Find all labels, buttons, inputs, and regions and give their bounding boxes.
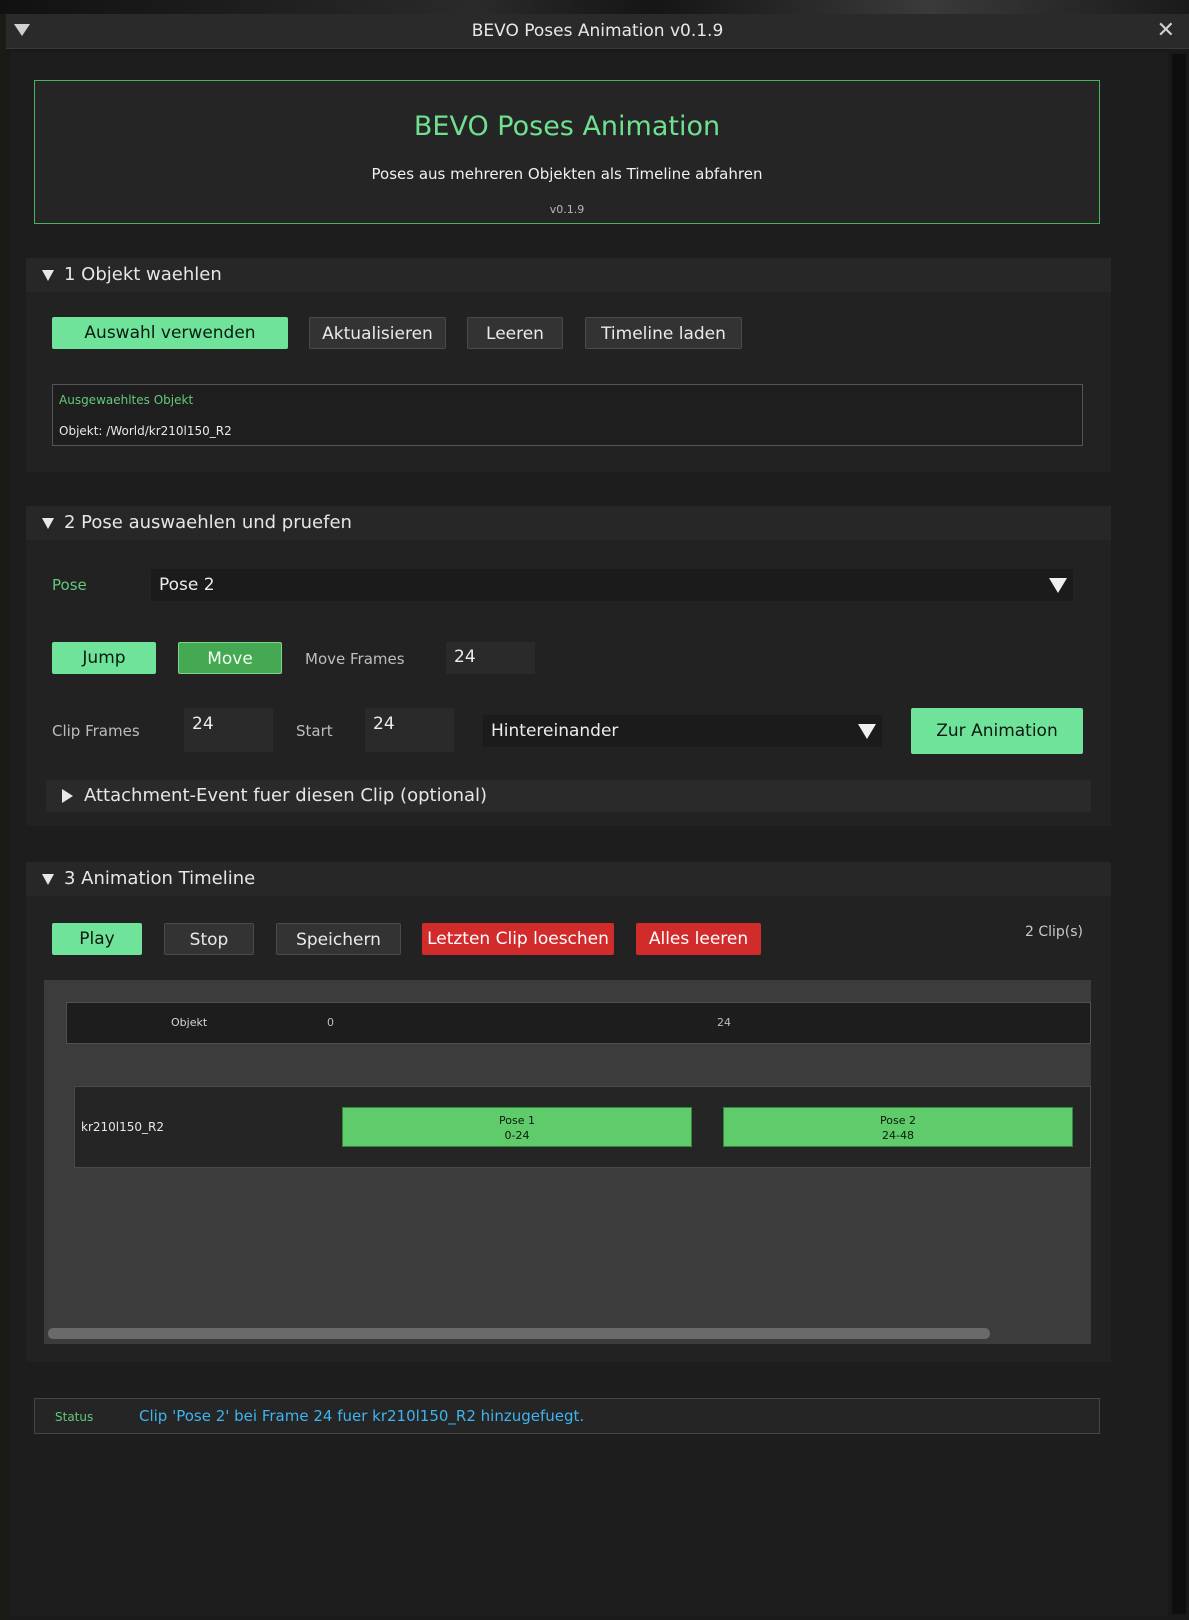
title-bar[interactable]: BEVO Poses Animation v0.1.9 ✕ [6, 14, 1189, 49]
window-content: BEVO Poses Animation Poses aus mehreren … [10, 52, 1168, 1616]
page-subtitle: Poses aus mehreren Objekten als Timeline… [371, 165, 763, 183]
section-1-header[interactable]: 1 Objekt waehlen [26, 258, 1111, 292]
timeline-horizontal-scrollbar[interactable] [48, 1328, 990, 1339]
attachment-event-collapsible[interactable]: Attachment-Event fuer diesen Clip (optio… [46, 780, 1091, 812]
clip-frames-label: Clip Frames [52, 722, 140, 740]
status-message: Clip 'Pose 2' bei Frame 24 fuer kr210l15… [139, 1407, 585, 1425]
collapse-triangle-icon [42, 874, 54, 885]
status-label: Status [55, 1410, 94, 1424]
selected-object-label: Ausgewaehltes Objekt [59, 393, 194, 407]
status-bar: Status Clip 'Pose 2' bei Frame 24 fuer k… [34, 1398, 1100, 1434]
refresh-button[interactable]: Aktualisieren [309, 317, 446, 349]
save-button[interactable]: Speichern [276, 923, 401, 955]
close-icon[interactable]: ✕ [1157, 18, 1175, 44]
section-2-header[interactable]: 2 Pose auswaehlen und pruefen [26, 506, 1111, 540]
window-title: BEVO Poses Animation v0.1.9 [471, 21, 724, 41]
timeline-clip[interactable]: Pose 2 24-48 [723, 1107, 1073, 1147]
use-selection-button[interactable]: Auswahl verwenden [52, 317, 288, 349]
timeline-row: kr210l150_R2 Pose 1 0-24 Pose 2 24-48 [74, 1086, 1091, 1168]
timeline-clip[interactable]: Pose 1 0-24 [342, 1107, 692, 1147]
clip-name: Pose 1 [499, 1114, 535, 1127]
header-panel: BEVO Poses Animation Poses aus mehreren … [34, 80, 1100, 224]
object-column-header: Objekt [171, 1016, 208, 1029]
collapse-triangle-icon [42, 270, 54, 281]
jump-button[interactable]: Jump [52, 642, 156, 674]
section-object-select: 1 Objekt waehlen Auswahl verwenden Aktua… [26, 258, 1111, 472]
section-3-title: 3 Animation Timeline [64, 868, 256, 889]
delete-last-clip-button[interactable]: Letzten Clip loeschen [422, 923, 614, 955]
section-1-title: 1 Objekt waehlen [64, 264, 222, 285]
clear-button[interactable]: Leeren [467, 317, 563, 349]
section-pose-select: 2 Pose auswaehlen und pruefen Pose Pose … [26, 506, 1111, 826]
clear-all-button[interactable]: Alles leeren [636, 923, 761, 955]
clip-range: 0-24 [504, 1129, 530, 1142]
collapse-triangle-icon [42, 518, 54, 529]
dropdown-arrow-icon [1049, 578, 1067, 593]
section-timeline: 3 Animation Timeline Play Stop Speichern… [26, 862, 1111, 1362]
pose-dropdown[interactable]: Pose 2 [151, 569, 1073, 601]
window-vertical-scrollbar[interactable] [1172, 54, 1186, 1614]
desktop-background [0, 0, 1189, 14]
start-label: Start [296, 722, 333, 740]
pose-label: Pose [52, 576, 87, 594]
add-to-animation-button[interactable]: Zur Animation [911, 708, 1083, 754]
section-3-header[interactable]: 3 Animation Timeline [26, 862, 1111, 896]
mode-dropdown-value: Hintereinander [491, 721, 619, 741]
page-title: BEVO Poses Animation [413, 111, 721, 142]
timeline-ruler: Objekt 0 24 [66, 1002, 1091, 1044]
clip-frames-input[interactable]: 24 [184, 708, 273, 752]
stop-button[interactable]: Stop [164, 923, 254, 955]
selected-object-box: Ausgewaehltes Objekt Objekt: /World/kr21… [52, 384, 1083, 446]
clip-count: 2 Clip(s) [1024, 924, 1083, 940]
move-frames-label: Move Frames [305, 650, 405, 668]
timeline-tick: 24 [717, 1016, 731, 1029]
pose-dropdown-value: Pose 2 [159, 575, 215, 595]
version-label: v0.1.9 [549, 203, 585, 216]
dropdown-arrow-icon [858, 724, 876, 739]
timeline-canvas[interactable]: Objekt 0 24 kr210l150_R2 Pose 1 0-24 Pos… [44, 980, 1091, 1344]
expand-triangle-icon [62, 789, 73, 803]
selected-object-value: Objekt: /World/kr210l150_R2 [59, 424, 232, 438]
section-2-title: 2 Pose auswaehlen und pruefen [64, 512, 352, 533]
clip-range: 24-48 [882, 1129, 914, 1142]
app-window: BEVO Poses Animation v0.1.9 ✕ BEVO Poses… [6, 14, 1189, 1620]
mode-dropdown[interactable]: Hintereinander [483, 715, 882, 747]
play-button[interactable]: Play [52, 923, 142, 955]
timeline-tick: 0 [327, 1016, 334, 1029]
timeline-row-object: kr210l150_R2 [81, 1120, 164, 1134]
attachment-event-label: Attachment-Event fuer diesen Clip (optio… [84, 785, 488, 806]
load-timeline-button[interactable]: Timeline laden [585, 317, 742, 349]
clip-name: Pose 2 [880, 1114, 916, 1127]
move-frames-input[interactable]: 24 [446, 642, 535, 674]
move-button[interactable]: Move [178, 642, 282, 674]
start-input[interactable]: 24 [365, 708, 454, 752]
